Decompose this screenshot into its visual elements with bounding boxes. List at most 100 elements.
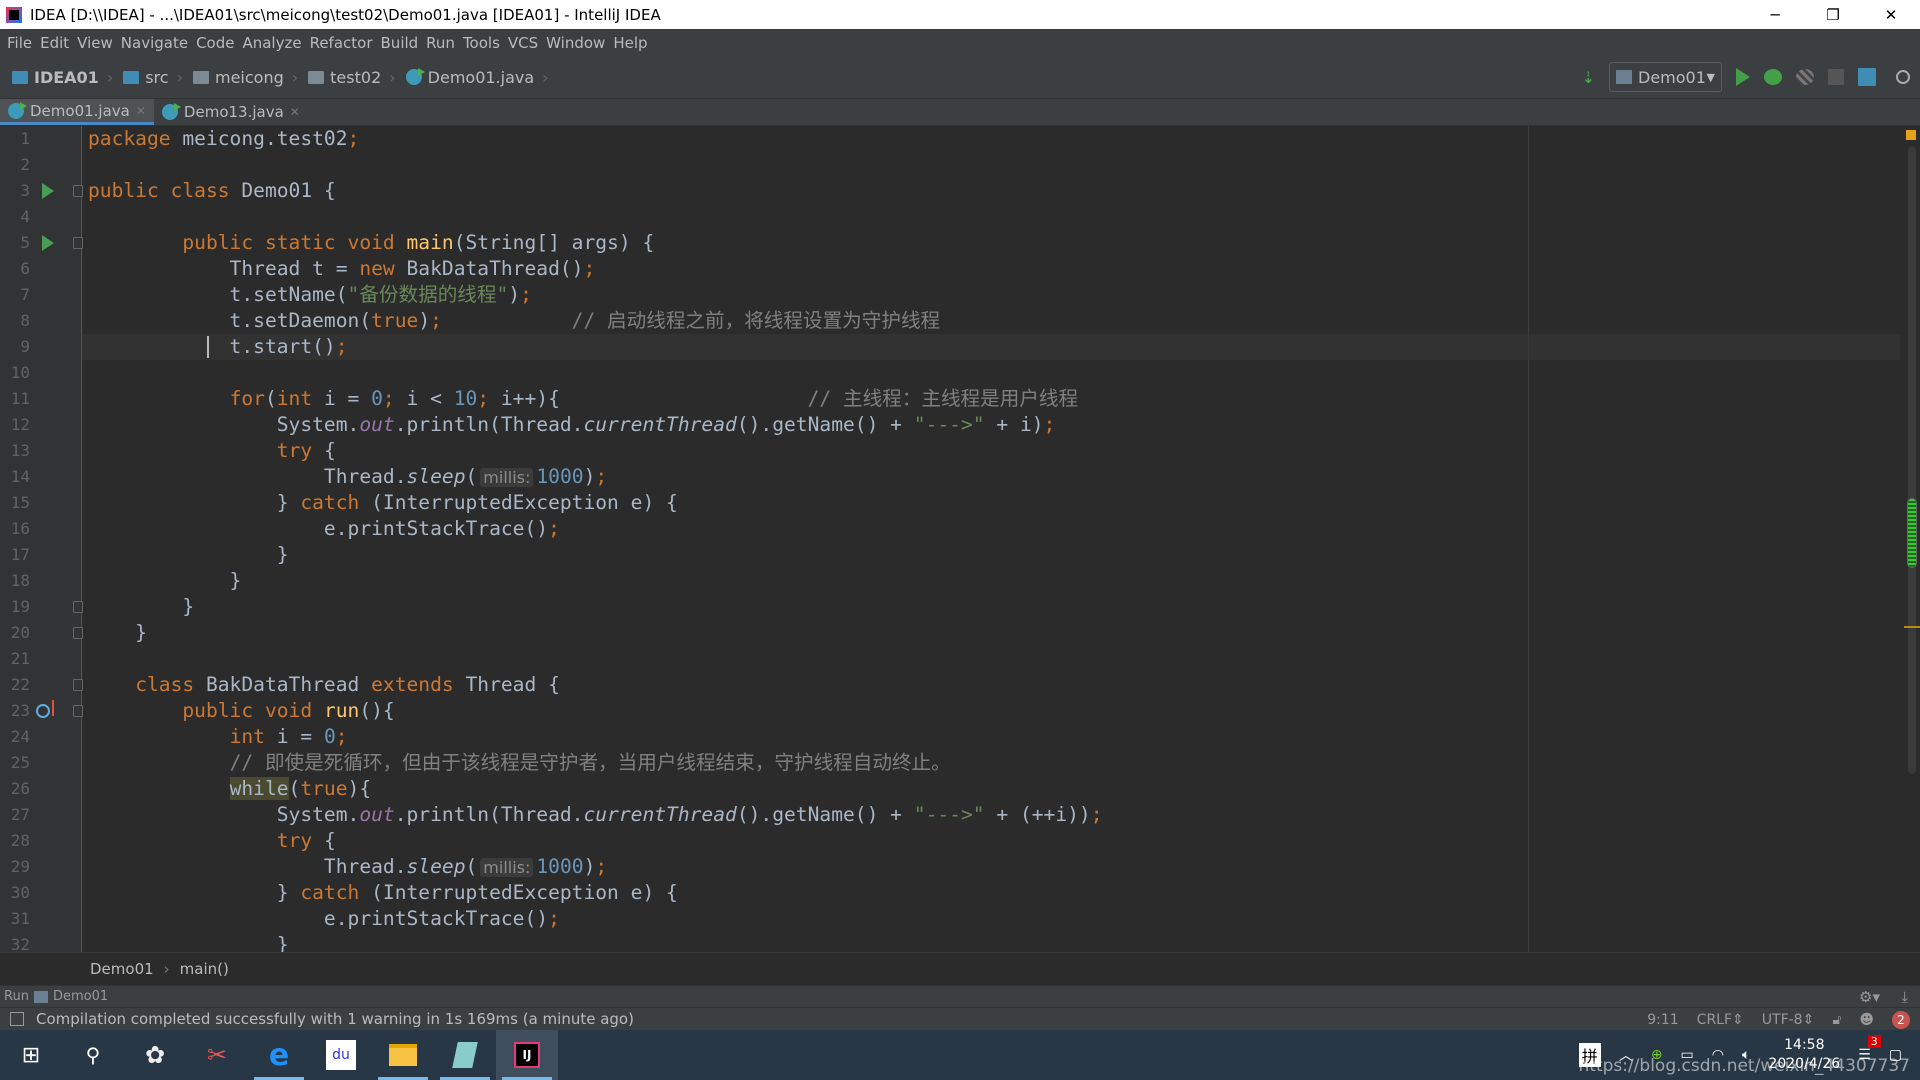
taskbar-explorer[interactable] xyxy=(372,1030,434,1080)
code-line[interactable]: e.printStackTrace(); xyxy=(88,516,560,542)
fold-marker-icon[interactable] xyxy=(73,185,83,197)
code-line[interactable]: // 即使是死循环，但由于该线程是守护者，当用户线程结束，守护线程自动终止。 xyxy=(88,750,951,776)
menu-vcs[interactable]: VCS xyxy=(508,34,538,52)
crumb-file[interactable]: Demo01.java › xyxy=(405,68,549,87)
code-line[interactable]: } xyxy=(88,932,289,952)
build-icon[interactable]: ⇣ xyxy=(1582,68,1595,87)
crumb-test02[interactable]: test02 › xyxy=(308,68,396,87)
line-number[interactable]: 31 xyxy=(0,906,30,932)
menu-build[interactable]: Build xyxy=(381,34,419,52)
crumb-meicong[interactable]: meicong › xyxy=(192,68,298,87)
menu-file[interactable]: File xyxy=(7,34,32,52)
line-separator[interactable]: CRLF⇕ xyxy=(1697,1012,1744,1028)
code-line[interactable]: public void run(){ xyxy=(88,698,394,724)
menu-code[interactable]: Code xyxy=(196,34,234,52)
line-number[interactable]: 4 xyxy=(0,204,30,230)
code-line[interactable]: t.setDaemon(true); // 启动线程之前，将线程设置为守护线程 xyxy=(88,308,941,334)
line-number[interactable]: 23 xyxy=(0,698,30,724)
close-tab-icon[interactable]: ✕ xyxy=(136,104,146,118)
minimize-button[interactable]: ─ xyxy=(1746,0,1804,29)
breadcrumb-class[interactable]: Demo01 xyxy=(90,960,154,978)
taskbar-snipping[interactable]: ✂ xyxy=(186,1030,248,1080)
line-number[interactable]: 1 xyxy=(0,126,30,152)
vertical-scrollbar[interactable] xyxy=(1908,146,1916,774)
event-log-badge[interactable]: 2 xyxy=(1892,1010,1910,1029)
search-button[interactable]: ⚲ xyxy=(62,1030,124,1080)
line-number[interactable]: 10 xyxy=(0,360,30,386)
code-line[interactable]: System.out.println(Thread.currentThread(… xyxy=(88,412,1056,438)
run-icon[interactable] xyxy=(1736,68,1750,86)
code-line[interactable]: } xyxy=(88,542,289,568)
fold-marker-icon[interactable] xyxy=(73,601,83,613)
line-number[interactable]: 18 xyxy=(0,568,30,594)
fold-marker-icon[interactable] xyxy=(73,627,83,639)
menu-refactor[interactable]: Refactor xyxy=(310,34,373,52)
file-encoding[interactable]: UTF-8⇕ xyxy=(1762,1012,1815,1028)
crumb-src[interactable]: src › xyxy=(123,68,183,87)
debug-icon[interactable] xyxy=(1764,69,1782,85)
code-line[interactable]: try { xyxy=(88,828,336,854)
line-number[interactable]: 26 xyxy=(0,776,30,802)
menu-tools[interactable]: Tools xyxy=(463,34,500,52)
line-number[interactable]: 2 xyxy=(0,152,30,178)
restore-button[interactable]: ❐ xyxy=(1804,0,1862,29)
run-gutter-icon[interactable] xyxy=(42,183,54,199)
run-label[interactable]: Run xyxy=(4,989,29,1004)
scrollbar-thumb[interactable] xyxy=(1907,498,1917,568)
taskbar-notepad[interactable] xyxy=(434,1030,496,1080)
run-gutter-icon[interactable] xyxy=(42,235,54,251)
crumb-project[interactable]: IDEA01 › xyxy=(12,68,113,87)
coverage-icon[interactable] xyxy=(1796,69,1814,85)
line-number[interactable]: 30 xyxy=(0,880,30,906)
code-line[interactable]: Thread t = new BakDataThread(); xyxy=(88,256,596,282)
breadcrumb-method[interactable]: main() xyxy=(180,960,229,978)
code-line[interactable]: } xyxy=(88,594,194,620)
line-number[interactable]: 6 xyxy=(0,256,30,282)
line-number[interactable]: 8 xyxy=(0,308,30,334)
menu-view[interactable]: View xyxy=(77,34,113,52)
override-method-icon[interactable] xyxy=(36,700,54,718)
code-line[interactable]: for(int i = 0; i < 10; i++){ // 主线程：主线程是… xyxy=(88,386,1079,412)
code-line[interactable]: try { xyxy=(88,438,336,464)
close-button[interactable]: ✕ xyxy=(1862,0,1920,29)
close-tab-icon[interactable]: ✕ xyxy=(290,105,300,119)
code-line[interactable]: t.start(); xyxy=(88,334,348,360)
error-stripe-mark[interactable] xyxy=(1904,626,1920,628)
inspector-icon[interactable]: ☻ xyxy=(1859,1012,1874,1028)
minimize-panel-icon[interactable]: ⤓ xyxy=(1901,988,1908,1006)
tab-demo13[interactable]: Demo13.java ✕ xyxy=(154,99,308,125)
code-line[interactable]: } xyxy=(88,620,147,646)
code-line[interactable]: while(true){ xyxy=(88,776,371,802)
tool-windows-toggle-icon[interactable] xyxy=(10,1012,24,1026)
tab-demo01[interactable]: Demo01.java ✕ xyxy=(0,99,154,125)
line-number[interactable]: 28 xyxy=(0,828,30,854)
menu-window[interactable]: Window xyxy=(546,34,605,52)
menu-run[interactable]: Run xyxy=(426,34,455,52)
code-line[interactable]: int i = 0; xyxy=(88,724,348,750)
taskbar-app-1[interactable]: ✿ xyxy=(124,1030,186,1080)
code-line[interactable]: } xyxy=(88,568,242,594)
line-number[interactable]: 25 xyxy=(0,750,30,776)
line-number[interactable]: 9 xyxy=(0,334,30,360)
warning-indicator-icon[interactable] xyxy=(1906,130,1916,140)
line-number[interactable]: 20 xyxy=(0,620,30,646)
run-config-dropdown[interactable]: Demo01 ▼ xyxy=(1609,62,1722,92)
line-number[interactable]: 19 xyxy=(0,594,30,620)
line-number[interactable]: 29 xyxy=(0,854,30,880)
status-message[interactable]: Compilation completed successfully with … xyxy=(36,1010,634,1028)
gear-icon[interactable]: ⚙▾ xyxy=(1859,988,1880,1006)
project-structure-icon[interactable] xyxy=(1858,68,1876,86)
line-number[interactable]: 27 xyxy=(0,802,30,828)
stop-icon[interactable] xyxy=(1828,69,1844,85)
code-line[interactable]: } catch (InterruptedException e) { xyxy=(88,490,678,516)
fold-marker-icon[interactable] xyxy=(73,237,83,249)
search-icon[interactable] xyxy=(1896,70,1910,84)
code-editor[interactable]: 1 2 3 4 5 6 7 8 9 10 11 12 13 14 15 16 17 18 19 20 21 22 23 24 2… xyxy=(0,126,1920,952)
caret-position[interactable]: 9:11 xyxy=(1647,1012,1678,1028)
line-number[interactable]: 22 xyxy=(0,672,30,698)
line-number[interactable]: 13 xyxy=(0,438,30,464)
code-line[interactable]: Thread.sleep(millis: 1000); xyxy=(88,854,607,880)
code-line[interactable]: System.out.println(Thread.currentThread(… xyxy=(88,802,1103,828)
code-line[interactable]: Thread.sleep(millis: 1000); xyxy=(88,464,607,490)
code-line[interactable]: public static void main(String[] args) { xyxy=(88,230,654,256)
